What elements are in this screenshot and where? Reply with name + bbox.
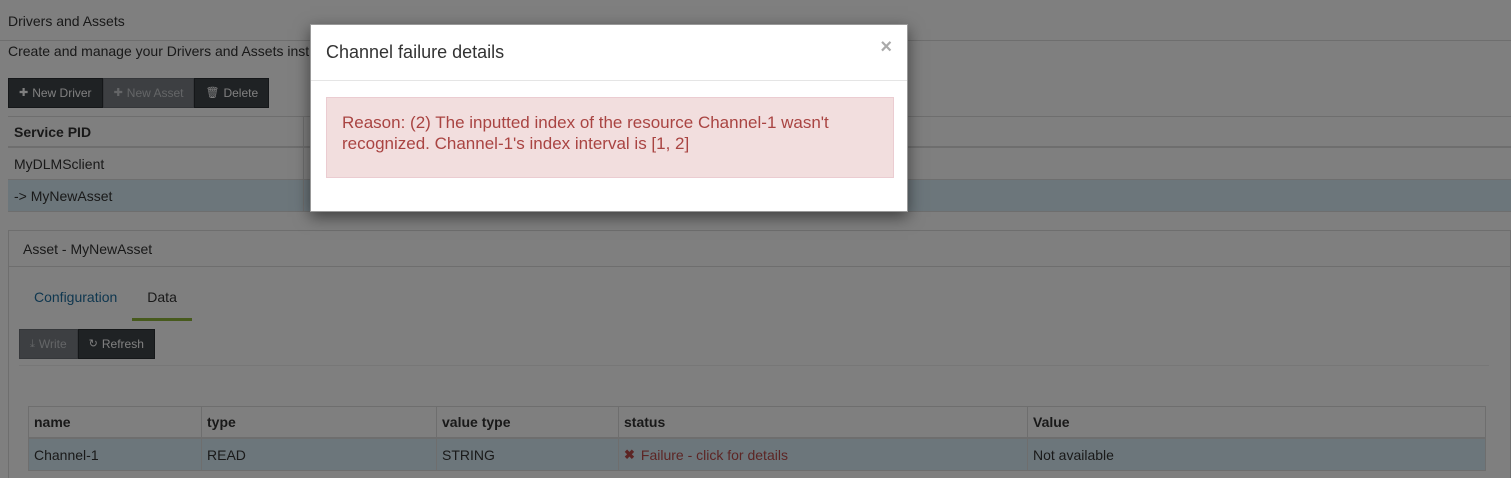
modal-header: Channel failure details × xyxy=(311,25,907,81)
modal-title: Channel failure details xyxy=(326,42,505,62)
channel-failure-modal: Channel failure details × Reason: (2) Th… xyxy=(310,24,908,212)
failure-reason-alert: Reason: (2) The inputted index of the re… xyxy=(326,97,894,178)
close-icon[interactable]: × xyxy=(880,37,892,57)
